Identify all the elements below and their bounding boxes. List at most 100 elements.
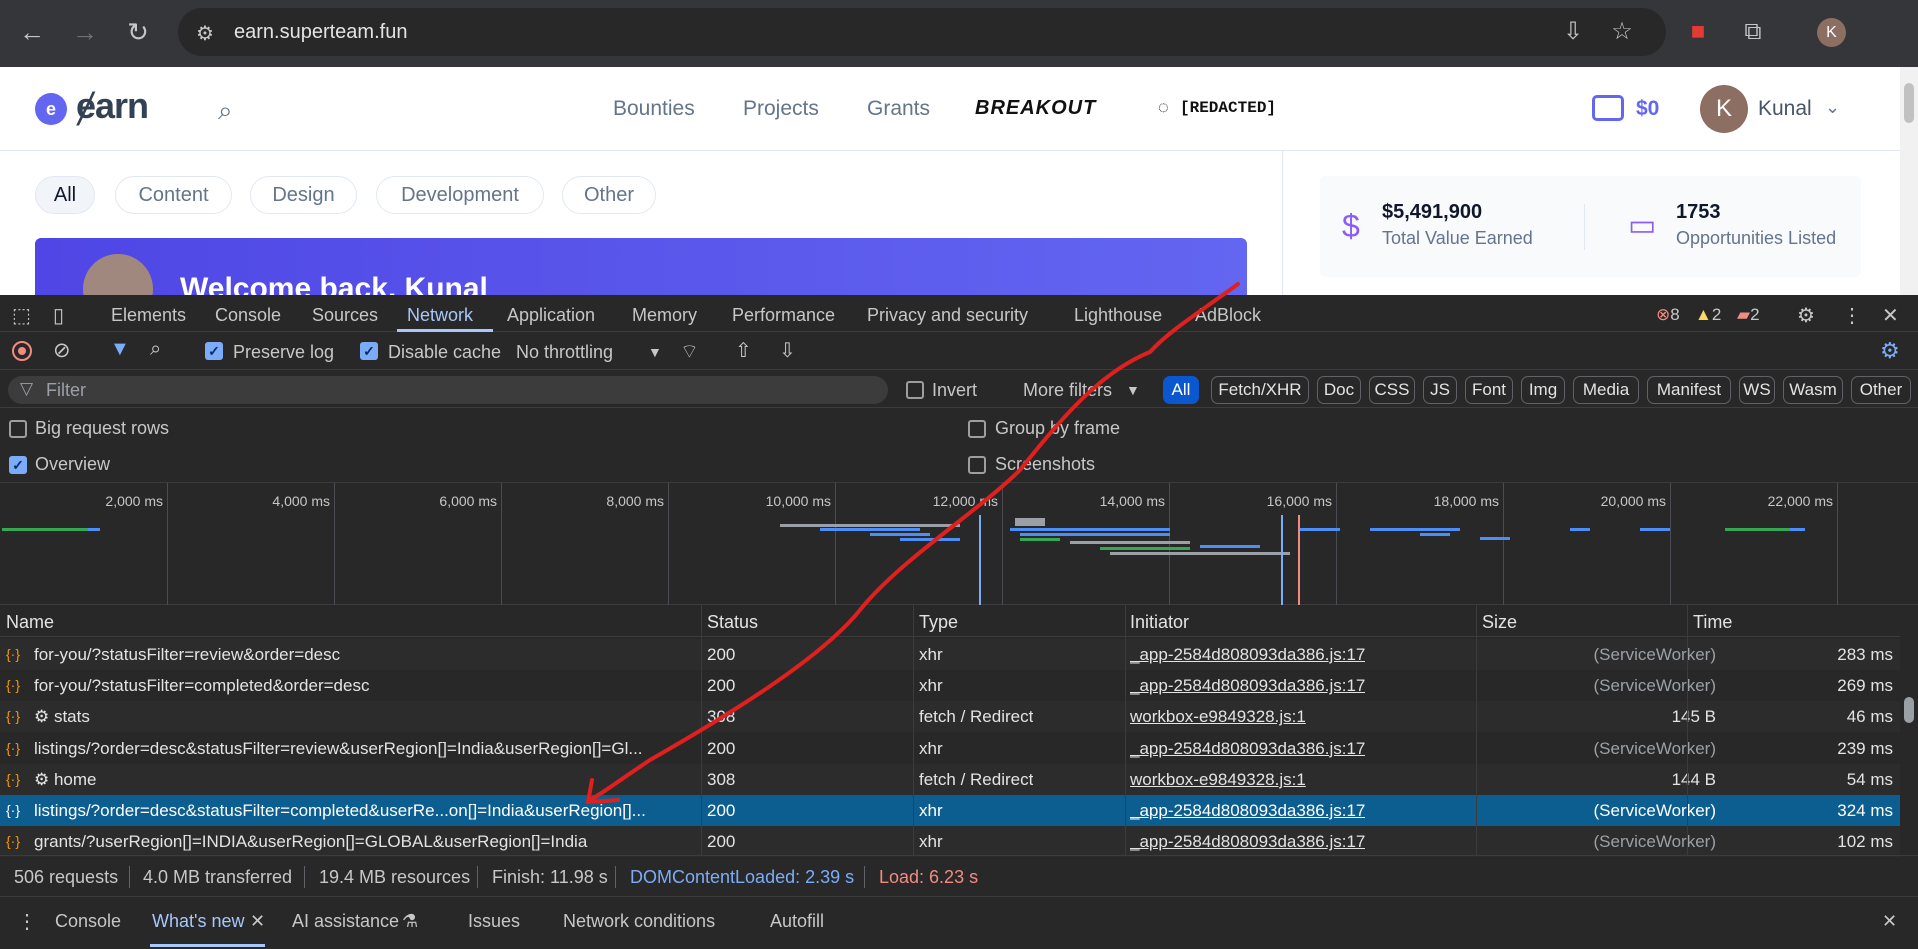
close-tab-icon[interactable]: ✕ [250, 911, 265, 932]
search-icon[interactable]: ⌕ [218, 95, 233, 127]
disable-cache-checkbox[interactable]: ✓ [360, 342, 378, 360]
address-bar[interactable]: ⚙ earn.superteam.fun [178, 8, 1666, 56]
category-other[interactable]: Other [562, 176, 656, 214]
network-conditions-icon[interactable]: ⌔ [680, 339, 699, 364]
network-settings-icon[interactable]: ⚙ [1880, 338, 1900, 364]
col-status[interactable]: Status [707, 612, 758, 633]
drawer-menu-icon[interactable]: ⋮ [17, 909, 37, 934]
logo-text[interactable]: ɇarn [76, 85, 149, 127]
filter-type-all[interactable]: All [1163, 376, 1199, 404]
bookmark-star-icon[interactable]: ☆ [1606, 16, 1638, 48]
category-content[interactable]: Content [115, 176, 232, 214]
request-initiator[interactable]: workbox-e9849328.js:1 [1130, 770, 1306, 790]
filter-type-other[interactable]: Other [1851, 376, 1911, 404]
table-row[interactable]: {·} for-you/?statusFilter=review&order=de… [0, 639, 1900, 670]
filter-funnel-icon[interactable]: ▼ [110, 338, 130, 361]
throttling-select[interactable]: No throttling [516, 342, 613, 363]
table-row[interactable]: {·} ⚙ home 308 fetch / Redirect workbox-e984… [0, 763, 1900, 795]
close-drawer-icon[interactable]: ✕ [1882, 911, 1897, 932]
page-scrollbar[interactable] [1900, 67, 1918, 295]
tab-elements[interactable]: Elements [111, 305, 186, 326]
tab-performance[interactable]: Performance [732, 305, 835, 326]
network-overview-timeline[interactable]: 2,000 ms 4,000 ms 6,000 ms 8,000 ms 10,0… [0, 483, 1918, 605]
filter-type-font[interactable]: Font [1465, 376, 1513, 404]
nav-breakout-logo[interactable]: BREAKOUT [975, 97, 1096, 120]
col-time[interactable]: Time [1693, 612, 1732, 633]
chevron-down-icon[interactable]: ⌄ [1825, 97, 1840, 118]
filter-type-css[interactable]: CSS [1369, 376, 1415, 404]
table-scrollbar[interactable] [1900, 605, 1918, 855]
category-development[interactable]: Development [376, 176, 544, 214]
close-devtools-icon[interactable]: ✕ [1882, 303, 1899, 328]
request-initiator[interactable]: _app-2584d808093da386.js:17 [1130, 645, 1365, 665]
more-options-icon[interactable]: ⋮ [1842, 303, 1862, 328]
error-count-badge[interactable]: ⊗8 [1656, 305, 1680, 325]
category-all[interactable]: All [35, 176, 95, 214]
wallet-amount[interactable]: $0 [1636, 97, 1659, 121]
column-separator[interactable] [701, 605, 702, 855]
filter-type-img[interactable]: Img [1521, 376, 1565, 404]
extension-pocket-icon[interactable]: ■ [1682, 16, 1714, 48]
preserve-log-checkbox[interactable]: ✓ [205, 342, 223, 360]
extensions-puzzle-icon[interactable]: ⧉ [1737, 16, 1769, 48]
column-separator[interactable] [1476, 605, 1477, 855]
search-icon[interactable]: ⌕ [150, 338, 161, 361]
table-row[interactable]: {·} for-you/?statusFilter=completed&order… [0, 670, 1900, 701]
profile-avatar[interactable]: K [1817, 18, 1846, 47]
tab-lighthouse[interactable]: Lighthouse [1074, 305, 1162, 326]
column-separator[interactable] [1125, 605, 1126, 855]
site-info-icon[interactable]: ⚙ [196, 21, 214, 46]
tab-network[interactable]: Network [407, 305, 473, 326]
table-row[interactable]: {·} listings/?order=desc&statusFilter=rev… [0, 733, 1900, 764]
filter-input[interactable]: ▽ Filter [8, 376, 888, 404]
request-initiator[interactable]: _app-2584d808093da386.js:17 [1130, 832, 1365, 852]
filter-type-js[interactable]: JS [1423, 376, 1457, 404]
tab-sources[interactable]: Sources [312, 305, 378, 326]
tab-memory[interactable]: Memory [632, 305, 697, 326]
filter-type-doc[interactable]: Doc [1317, 376, 1361, 404]
drawer-tab-whats-new[interactable]: What's new [152, 911, 244, 932]
col-initiator[interactable]: Initiator [1130, 612, 1189, 633]
clear-icon[interactable]: ⊘ [53, 338, 71, 363]
warning-count-badge[interactable]: ▲2 [1695, 305, 1721, 325]
table-scroll-thumb[interactable] [1904, 697, 1914, 723]
import-har-icon[interactable]: ⇧ [735, 338, 752, 363]
request-initiator[interactable]: _app-2584d808093da386.js:17 [1130, 801, 1365, 821]
user-avatar[interactable]: K [1700, 85, 1748, 133]
nav-projects[interactable]: Projects [743, 97, 819, 121]
record-icon[interactable] [12, 341, 32, 361]
invert-checkbox[interactable] [906, 381, 924, 399]
col-size[interactable]: Size [1482, 612, 1517, 633]
nav-grants[interactable]: Grants [867, 97, 930, 121]
filter-type-wasm[interactable]: Wasm [1783, 376, 1843, 404]
table-row[interactable]: {·} listings/?order=desc&statusFilter=com… [0, 795, 1900, 826]
drawer-tab-issues[interactable]: Issues [468, 911, 520, 932]
tab-console[interactable]: Console [215, 305, 281, 326]
settings-gear-icon[interactable]: ⚙ [1797, 303, 1815, 328]
request-initiator[interactable]: _app-2584d808093da386.js:17 [1130, 676, 1365, 696]
wallet-icon[interactable] [1592, 95, 1624, 121]
chevron-down-icon[interactable]: ▼ [1126, 382, 1140, 398]
issues-count-badge[interactable]: ▰2 [1737, 305, 1760, 325]
page-scroll-thumb[interactable] [1904, 83, 1914, 123]
category-design[interactable]: Design [250, 176, 357, 214]
table-row[interactable]: {·} grants/?userRegion[]=INDIA&userRegion… [0, 826, 1900, 858]
nav-redacted[interactable]: [REDACTED] [1180, 99, 1276, 117]
install-app-icon[interactable]: ⇩ [1557, 16, 1589, 48]
back-arrow-icon[interactable]: ← [14, 14, 50, 50]
overview-checkbox[interactable]: ✓ [9, 456, 27, 474]
filter-type-fetch-xhr[interactable]: Fetch/XHR [1211, 376, 1309, 404]
drawer-tab-autofill[interactable]: Autofill [770, 911, 824, 932]
logo-icon[interactable]: e [35, 93, 67, 125]
nav-bounties[interactable]: Bounties [613, 97, 695, 121]
tab-application[interactable]: Application [507, 305, 595, 326]
table-row[interactable]: {·} ⚙ stats 308 fetch / Redirect workbox-e98… [0, 701, 1900, 733]
inspect-element-icon[interactable]: ⬚ [12, 303, 31, 328]
filter-type-ws[interactable]: WS [1739, 376, 1775, 404]
export-har-icon[interactable]: ⇩ [779, 338, 796, 363]
device-toolbar-icon[interactable]: ▯ [53, 303, 64, 328]
group-by-frame-checkbox[interactable] [968, 420, 986, 438]
filter-type-manifest[interactable]: Manifest [1647, 376, 1731, 404]
user-name[interactable]: Kunal [1758, 97, 1812, 121]
drawer-tab-ai-assistance[interactable]: AI assistance [292, 911, 399, 932]
